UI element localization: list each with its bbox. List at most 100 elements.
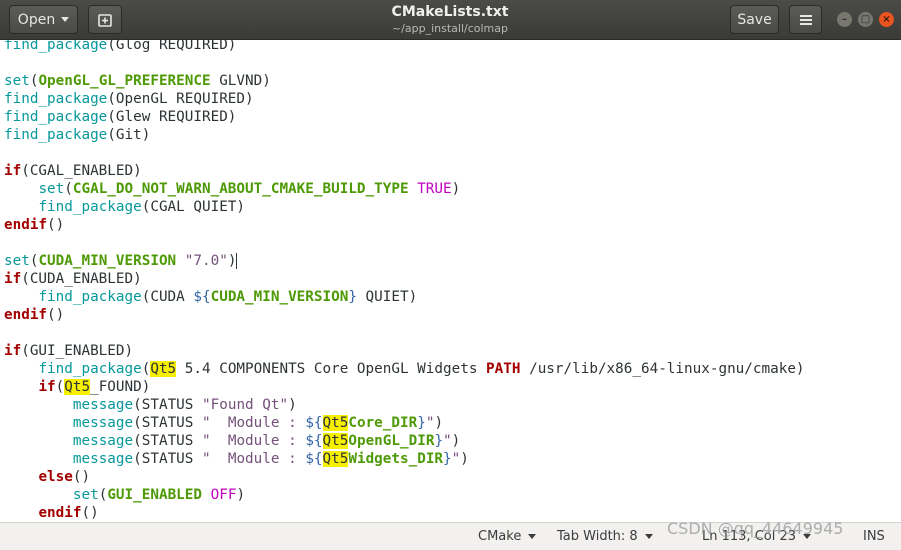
code-content[interactable]: find_package(Glog REQUIRED) set(OpenGL_G… [4, 40, 805, 522]
code-token: set [72, 487, 99, 503]
code-token: (CUDA_ENABLED) [21, 271, 142, 287]
code-line: endif() [4, 216, 805, 234]
minimize-icon[interactable]: – [837, 12, 852, 27]
code-line: find_package(Qt5 5.4 COMPONENTS Core Ope… [4, 360, 805, 378]
code-line: message(STATUS " Module : ${Qt5Widgets_D… [4, 450, 805, 468]
language-selector[interactable]: CMake [478, 529, 537, 544]
code-line: endif() [4, 306, 805, 324]
code-line: set(CUDA_MIN_VERSION "7.0") [4, 252, 805, 270]
code-token: ${ [305, 451, 323, 467]
code-token: } [443, 451, 452, 467]
code-token: find_package [38, 199, 142, 215]
code-token: (CUDA [141, 289, 194, 305]
code-token: find_package [4, 91, 108, 107]
search-highlight: Qt5 [322, 415, 349, 431]
code-token: ( [64, 181, 73, 197]
code-token: find_package [4, 127, 108, 143]
code-token: ) [288, 397, 297, 413]
code-line: if(Qt5_FOUND) [4, 378, 805, 396]
code-line: set(CGAL_DO_NOT_WARN_ABOUT_CMAKE_BUILD_T… [4, 180, 805, 198]
code-token: CGAL_DO_NOT_WARN_ABOUT_CMAKE_BUILD_TYPE [72, 181, 409, 197]
code-token: set [38, 181, 65, 197]
chevron-down-icon [644, 534, 653, 539]
code-line: message(STATUS "Found Qt") [4, 396, 805, 414]
code-token: CUDA_MIN_VERSION [210, 289, 349, 305]
code-token: ) [434, 415, 444, 431]
code-line: find_package(Glog REQUIRED) [4, 40, 805, 54]
code-token: " Module : [202, 433, 306, 449]
code-token: Core_DIR [348, 415, 418, 431]
hamburger-menu-button[interactable] [789, 5, 822, 34]
code-token: TRUE [417, 181, 452, 197]
code-token: (STATUS [133, 451, 203, 467]
maximize-icon[interactable]: □ [858, 12, 873, 27]
code-token: (STATUS [133, 397, 203, 413]
code-line: find_package(CGAL QUIET) [4, 198, 805, 216]
code-token: message [72, 451, 134, 467]
header-bar: Open CMakeLists.txt ~/app_install/colmap… [0, 0, 901, 40]
window-title-area: CMakeLists.txt ~/app_install/colmap [300, 4, 600, 36]
code-token: } [434, 433, 444, 449]
code-token: GUI_ENABLED [107, 487, 202, 503]
code-token: endif [38, 505, 82, 521]
code-token: (STATUS [133, 415, 203, 431]
code-token: "7.0" [184, 253, 228, 269]
save-button[interactable]: Save [730, 5, 779, 34]
code-token: ) [451, 181, 461, 197]
code-token: ${ [193, 289, 211, 305]
code-token: (CGAL_ENABLED) [21, 163, 142, 179]
code-token: message [72, 397, 134, 413]
open-button-label: Open [17, 11, 56, 28]
code-token: (GUI_ENABLED) [21, 343, 134, 359]
watermark: CSDN @qq_44649945 [667, 519, 844, 538]
code-line: else() [4, 468, 805, 486]
code-token: OpenGL_DIR [348, 433, 435, 449]
window-title: CMakeLists.txt [391, 4, 509, 20]
text-editor-area[interactable]: find_package(Glog REQUIRED) set(OpenGL_G… [0, 40, 901, 522]
code-token: if [4, 163, 22, 179]
insert-mode: INS [863, 529, 885, 544]
code-line: message(STATUS " Module : ${Qt5OpenGL_DI… [4, 432, 805, 450]
code-line: find_package(Git) [4, 126, 805, 144]
code-token: PATH [486, 361, 521, 377]
search-highlight: Qt5 [64, 379, 91, 395]
hamburger-icon [799, 14, 812, 25]
insert-mode-label: INS [863, 529, 885, 544]
code-token: set [4, 73, 30, 89]
file-path: ~/app_install/colmap [391, 22, 509, 35]
code-line: if(CUDA_ENABLED) [4, 270, 805, 288]
tab-width-selector[interactable]: Tab Width: 8 [557, 529, 653, 544]
code-token: OFF [210, 487, 237, 503]
code-token: ${ [305, 433, 323, 449]
code-token: () [72, 469, 91, 485]
language-label: CMake [478, 529, 522, 544]
code-token: CUDA_MIN_VERSION [38, 253, 177, 269]
code-line: find_package(CUDA ${CUDA_MIN_VERSION} QU… [4, 288, 805, 306]
code-token: message [72, 415, 134, 431]
open-button[interactable]: Open [9, 5, 78, 34]
code-line: find_package(Glew REQUIRED) [4, 108, 805, 126]
chevron-down-icon [528, 534, 537, 539]
code-token: if [4, 271, 22, 287]
code-token: (Glog REQUIRED) [107, 40, 237, 53]
code-token: /usr/lib/x86_64-linux-gnu/cmake) [520, 361, 805, 377]
new-document-button[interactable] [88, 5, 122, 34]
close-icon[interactable]: × [879, 12, 894, 27]
code-token: OpenGL_GL_PREFERENCE [38, 73, 211, 89]
code-token: " Module : [202, 451, 306, 467]
code-token: ${ [305, 415, 323, 431]
